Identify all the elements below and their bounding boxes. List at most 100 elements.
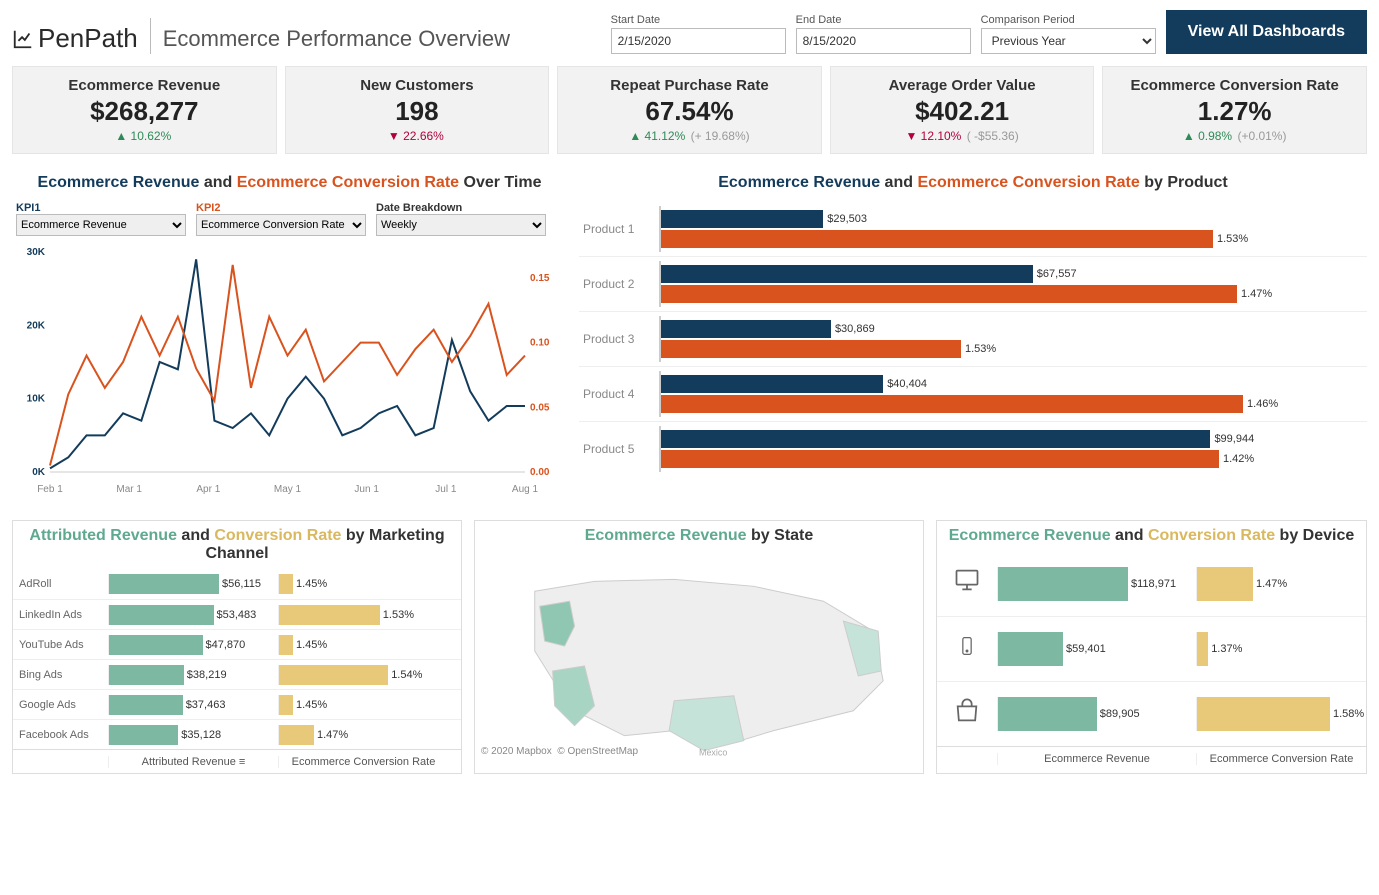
- view-all-dashboards-button[interactable]: View All Dashboards: [1166, 10, 1367, 54]
- channel-row[interactable]: Facebook Ads $35,128 1.47%: [13, 719, 461, 749]
- kpi-value: $402.21: [839, 96, 1086, 127]
- kpi2-select[interactable]: Ecommerce Conversion Rate: [196, 214, 366, 236]
- svg-text:0.00: 0.00: [530, 467, 550, 478]
- channel-conv: 1.45%: [296, 578, 327, 590]
- product-conv: 1.47%: [1241, 288, 1272, 300]
- channel-name: Facebook Ads: [13, 729, 108, 741]
- product-conv: 1.53%: [965, 343, 996, 355]
- svg-text:0.10: 0.10: [530, 338, 550, 349]
- col-conv-rate: Ecommerce Conversion Rate: [278, 756, 448, 768]
- kpi-card[interactable]: Average Order Value $402.21 ▼ 12.10% ( -…: [830, 66, 1095, 154]
- product-row[interactable]: Product 2 $67,557 1.47%: [579, 256, 1367, 311]
- channel-row[interactable]: Google Ads $37,463 1.45%: [13, 689, 461, 719]
- channel-row[interactable]: AdRoll $56,115 1.45%: [13, 569, 461, 599]
- kpi-label: Ecommerce Revenue: [21, 77, 268, 94]
- product-name: Product 2: [579, 277, 659, 291]
- channel-conv: 1.45%: [296, 699, 327, 711]
- product-row[interactable]: Product 4 $40,404 1.46%: [579, 366, 1367, 421]
- byproduct-title: Ecommerce Revenue and Ecommerce Conversi…: [579, 166, 1367, 202]
- brand-logo: PenPath: [12, 23, 138, 54]
- kpi-card[interactable]: New Customers 198 ▼ 22.66%: [285, 66, 550, 154]
- channel-name: AdRoll: [13, 578, 108, 590]
- channel-name: Bing Ads: [13, 669, 108, 681]
- product-revenue: $40,404: [887, 378, 927, 390]
- channel-name: LinkedIn Ads: [13, 609, 108, 621]
- kpi-value: 67.54%: [566, 96, 813, 127]
- device-revenue: $118,971: [1131, 578, 1176, 590]
- bydevice-title: Ecommerce Revenue and Conversion Rate by…: [937, 521, 1366, 551]
- product-row[interactable]: Product 3 $30,869 1.53%: [579, 311, 1367, 366]
- device-row[interactable]: $118,971 1.47%: [937, 551, 1366, 616]
- channel-name: Google Ads: [13, 699, 108, 711]
- channel-conv: 1.45%: [296, 639, 327, 651]
- product-name: Product 1: [579, 222, 659, 236]
- map-credit-mapbox: © 2020 Mapbox: [481, 746, 552, 757]
- product-name: Product 3: [579, 332, 659, 346]
- kpi-delta: ▼ 12.10% ( -$55.36): [839, 129, 1086, 143]
- svg-text:0.05: 0.05: [530, 402, 550, 413]
- svg-text:May 1: May 1: [274, 484, 302, 495]
- channel-name: YouTube Ads: [13, 639, 108, 651]
- product-row[interactable]: Product 1 $29,503 1.53%: [579, 202, 1367, 256]
- device-revenue: $89,905: [1100, 708, 1140, 720]
- product-revenue: $67,557: [1037, 268, 1077, 280]
- desktop-icon: [937, 566, 997, 601]
- start-date-input[interactable]: [611, 28, 786, 54]
- kpi-value: 1.27%: [1111, 96, 1358, 127]
- page-title: Ecommerce Performance Overview: [163, 26, 510, 54]
- overtime-panel: Ecommerce Revenue and Ecommerce Conversi…: [12, 166, 567, 502]
- date-breakdown-label: Date Breakdown: [376, 202, 546, 214]
- svg-text:Mexico: Mexico: [699, 748, 727, 758]
- date-breakdown-select[interactable]: Weekly: [376, 214, 546, 236]
- kpi-label: New Customers: [294, 77, 541, 94]
- channel-revenue: $37,463: [186, 699, 226, 711]
- line-chart[interactable]: 0K10K20K30K0.000.050.100.15Feb 1Mar 1Apr…: [12, 242, 567, 502]
- col-dev-conv: Ecommerce Conversion Rate: [1196, 753, 1366, 765]
- kpi-label: Repeat Purchase Rate: [566, 77, 813, 94]
- device-revenue: $59,401: [1066, 643, 1106, 655]
- device-row[interactable]: $59,401 1.37%: [937, 616, 1366, 681]
- channel-row[interactable]: LinkedIn Ads $53,483 1.53%: [13, 599, 461, 629]
- kpi-card[interactable]: Ecommerce Conversion Rate 1.27% ▲ 0.98% …: [1102, 66, 1367, 154]
- kpi-card[interactable]: Repeat Purchase Rate 67.54% ▲ 41.12% (+ …: [557, 66, 822, 154]
- chart-icon: [12, 28, 34, 50]
- svg-text:Jun 1: Jun 1: [354, 484, 379, 495]
- kpi1-select[interactable]: Ecommerce Revenue: [16, 214, 186, 236]
- product-conv: 1.42%: [1223, 453, 1254, 465]
- product-revenue: $99,944: [1214, 433, 1254, 445]
- kpi-delta: ▼ 22.66%: [294, 129, 541, 143]
- svg-text:Mar 1: Mar 1: [116, 484, 142, 495]
- channel-revenue: $38,219: [187, 669, 227, 681]
- kpi-card[interactable]: Ecommerce Revenue $268,277 ▲ 10.62%: [12, 66, 277, 154]
- svg-text:0K: 0K: [32, 467, 46, 478]
- col-dev-rev: Ecommerce Revenue: [997, 753, 1196, 765]
- us-map[interactable]: Mexico © 2020 Mapbox © OpenStreetMap: [475, 551, 923, 761]
- kpi-label: Average Order Value: [839, 77, 1086, 94]
- kpi-delta: ▲ 0.98% (+0.01%): [1111, 129, 1358, 143]
- channel-conv: 1.53%: [383, 609, 414, 621]
- comparison-select[interactable]: Previous Year: [981, 28, 1156, 54]
- bychannel-title: Attributed Revenue and Conversion Rate b…: [13, 521, 461, 569]
- map-credit-osm: © OpenStreetMap: [557, 746, 638, 757]
- comparison-label: Comparison Period: [981, 14, 1156, 26]
- channel-revenue: $53,483: [217, 609, 257, 621]
- bydevice-panel: Ecommerce Revenue and Conversion Rate by…: [936, 520, 1367, 774]
- mobile-icon: [937, 632, 997, 667]
- product-row[interactable]: Product 5 $99,944 1.42%: [579, 421, 1367, 476]
- device-row[interactable]: $89,905 1.58%: [937, 681, 1366, 746]
- byproduct-panel: Ecommerce Revenue and Ecommerce Conversi…: [579, 166, 1367, 502]
- kpi-delta: ▲ 10.62%: [21, 129, 268, 143]
- store-icon: [937, 697, 997, 732]
- svg-text:30K: 30K: [27, 247, 46, 258]
- channel-row[interactable]: YouTube Ads $47,870 1.45%: [13, 629, 461, 659]
- channel-revenue: $35,128: [181, 729, 221, 741]
- channel-row[interactable]: Bing Ads $38,219 1.54%: [13, 659, 461, 689]
- end-date-input[interactable]: [796, 28, 971, 54]
- kpi-delta: ▲ 41.12% (+ 19.68%): [566, 129, 813, 143]
- channel-conv: 1.47%: [317, 729, 348, 741]
- kpi1-label: KPI1: [16, 202, 186, 214]
- product-revenue: $30,869: [835, 323, 875, 335]
- channel-conv: 1.54%: [391, 669, 422, 681]
- product-revenue: $29,503: [827, 213, 867, 225]
- svg-text:20K: 20K: [27, 320, 46, 331]
